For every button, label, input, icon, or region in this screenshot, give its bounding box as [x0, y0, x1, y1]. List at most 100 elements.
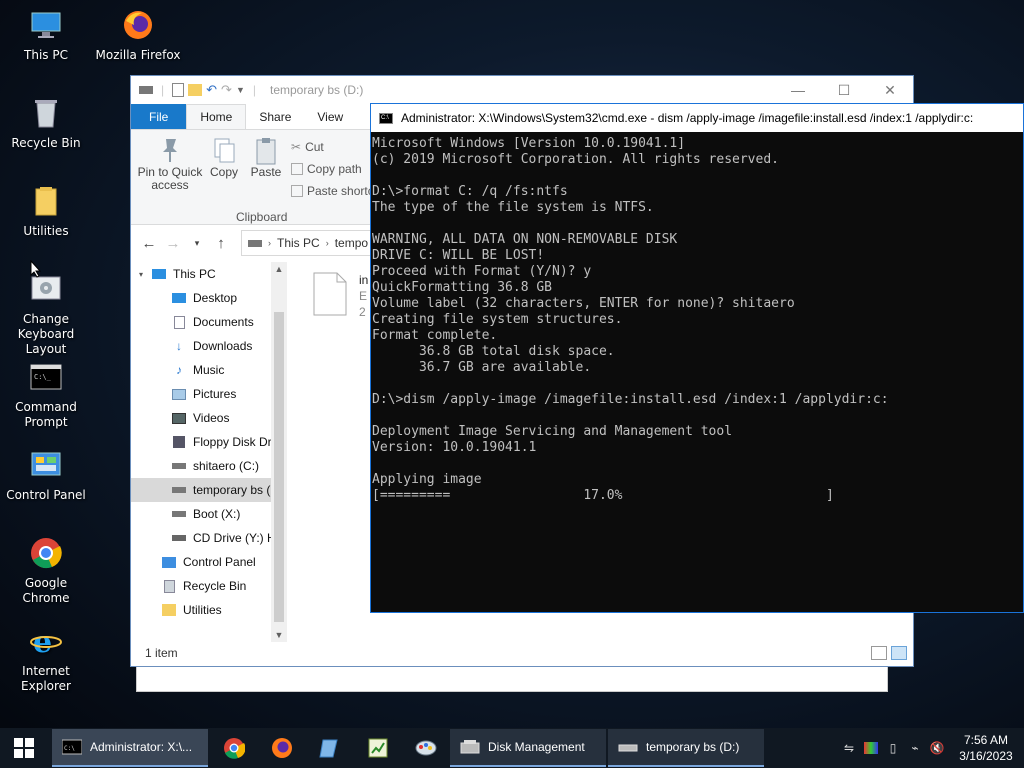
redo-icon[interactable]: ↷ [221, 82, 232, 98]
new-folder-icon[interactable] [188, 84, 203, 96]
console-line: (c) 2019 Microsoft Corporation. All righ… [372, 152, 779, 167]
back-arrow-icon[interactable]: ← [137, 235, 161, 252]
tab-home[interactable]: Home [186, 104, 247, 129]
recent-locations-chevron-icon[interactable]: ▾ [185, 238, 209, 249]
tab-view[interactable]: View [304, 104, 356, 129]
taskbar-pin-firefox[interactable] [258, 728, 306, 768]
taskbar-pin-paint[interactable] [402, 728, 450, 768]
taskbar-item-explorer[interactable]: temporary bs (D:) [608, 729, 764, 767]
nav-item-drive-c[interactable]: shitaero (C:) [131, 454, 287, 478]
navigation-pane-scrollbar[interactable]: ▲ ▼ [271, 262, 287, 642]
cmd-console-output[interactable]: Microsoft Windows [Version 10.0.19041.1]… [371, 132, 1023, 504]
volume-muted-icon[interactable]: 🔇 [926, 728, 948, 768]
network-icon[interactable]: ⇋ [838, 728, 860, 768]
taskbar-pin-chrome[interactable] [210, 728, 258, 768]
paste-shortcut-button[interactable]: Paste shortc [291, 184, 374, 198]
desktop-icon-utilities[interactable]: Utilities [0, 184, 92, 239]
taskbar-item-disk-management[interactable]: Disk Management [450, 729, 606, 767]
breadcrumb-current[interactable]: tempo [335, 236, 368, 250]
nav-item-cd-drive[interactable]: CD Drive (Y:) H [131, 526, 287, 550]
large-icons-view-icon[interactable] [891, 646, 907, 660]
file-name: in [359, 273, 369, 287]
paste-button[interactable]: Paste [249, 136, 283, 179]
nav-item-recycle-bin[interactable]: Recycle Bin [131, 574, 287, 598]
copy-path-button[interactable]: Copy path [291, 162, 362, 176]
nav-item-documents[interactable]: Documents [131, 310, 287, 334]
desktop-icon-command-prompt[interactable]: C:\_ Command Prompt [0, 360, 92, 430]
console-line: [========= 17.0% ] [372, 488, 834, 503]
console-line: D:\>dism /apply-image /imagefile:install… [372, 392, 889, 407]
console-line: Volume label (32 characters, ENTER for n… [372, 296, 795, 311]
cut-button[interactable]: ✂ Cut [291, 140, 324, 154]
pin-to-quick-access-button[interactable]: Pin to Quick access [137, 136, 203, 192]
console-line: Deployment Image Servicing and Managemen… [372, 424, 733, 439]
console-line: QuickFormatting 36.8 GB [372, 280, 553, 295]
nav-item-downloads[interactable]: ↓ Downloads [131, 334, 287, 358]
nav-item-boot-x[interactable]: Boot (X:) [131, 502, 287, 526]
desktop-icon-google-chrome[interactable]: Google Chrome [0, 536, 92, 606]
expand-chevron-icon[interactable]: ▾ [139, 270, 151, 279]
clock[interactable]: 7:56 AM 3/16/2023 [948, 732, 1024, 764]
nav-item-control-panel[interactable]: Control Panel [131, 550, 287, 574]
window-title: temporary bs (D:) [269, 83, 364, 97]
desktop-icon-internet-explorer[interactable]: e Internet Explorer [0, 624, 92, 694]
pin-icon [163, 139, 177, 162]
desktop-icon-firefox[interactable]: Mozilla Firefox [92, 8, 184, 63]
nav-item-this-pc[interactable]: ▾ This PC [131, 262, 287, 286]
mouse-cursor-icon [30, 260, 42, 278]
clock-time: 7:56 AM [963, 733, 1009, 747]
desktop-icon-recycle-bin[interactable]: Recycle Bin [0, 96, 92, 151]
nav-item-desktop[interactable]: Desktop [131, 286, 287, 310]
console-line: Format complete. [372, 328, 498, 343]
scrollbar-thumb[interactable] [274, 312, 284, 622]
power-icon[interactable]: ⌁ [904, 728, 926, 768]
videos-icon [171, 411, 187, 425]
spreadsheet-icon [368, 738, 388, 758]
desktop-icon-change-keyboard-layout[interactable]: Change Keyboard Layout [0, 272, 92, 357]
scroll-down-arrow-icon[interactable]: ▼ [271, 630, 287, 640]
documents-icon [171, 315, 187, 329]
taskbar-pin-spreadsheet[interactable] [354, 728, 402, 768]
start-button[interactable] [0, 728, 48, 768]
copy-path-icon [291, 163, 303, 175]
properties-icon[interactable] [172, 83, 185, 97]
file-item[interactable]: in E 2 [313, 272, 373, 320]
desktop-icon-control-panel[interactable]: Control Panel [0, 448, 92, 503]
nav-item-drive-d[interactable]: temporary bs ( [131, 478, 287, 502]
command-prompt-window[interactable]: C:\ Administrator: X:\Windows\System32\c… [370, 103, 1024, 613]
maximize-button[interactable]: ☐ [821, 76, 867, 104]
nav-item-floppy-disk[interactable]: Floppy Disk Dri [131, 430, 287, 454]
nav-item-utilities[interactable]: Utilities [131, 598, 287, 622]
taskbar-pin-notes[interactable] [306, 728, 354, 768]
display-icon[interactable] [860, 728, 882, 768]
nav-item-pictures[interactable]: Pictures [131, 382, 287, 406]
forward-arrow-icon[interactable]: → [161, 235, 185, 252]
nav-item-videos[interactable]: Videos [131, 406, 287, 430]
taskbar-item-cmd[interactable]: C:\ Administrator: X:\... [52, 729, 208, 767]
tab-file[interactable]: File [131, 104, 187, 129]
desktop-icon-label: Internet Explorer [21, 664, 71, 693]
copy-button[interactable]: Copy [209, 136, 239, 179]
recycle-bin-icon [161, 579, 177, 593]
navigation-pane: ▾ This PC Desktop Documents ↓ Downloads … [131, 262, 287, 642]
nav-item-music[interactable]: ♪ Music [131, 358, 287, 382]
details-view-icon[interactable] [871, 646, 887, 660]
up-arrow-icon[interactable]: ↑ [209, 235, 233, 252]
paste-icon [256, 138, 276, 165]
computer-icon [29, 8, 63, 42]
cmd-title-bar[interactable]: C:\ Administrator: X:\Windows\System32\c… [371, 104, 1023, 132]
chevron-down-icon[interactable]: ▼ [236, 85, 245, 95]
undo-icon[interactable]: ↶ [206, 82, 217, 98]
breadcrumb-this-pc[interactable]: This PC [277, 236, 320, 250]
tab-share[interactable]: Share [246, 104, 304, 129]
recycle-bin-icon [29, 96, 63, 130]
close-button[interactable]: ✕ [867, 76, 913, 104]
scroll-up-arrow-icon[interactable]: ▲ [271, 264, 287, 274]
minimize-button[interactable]: — [775, 76, 821, 104]
control-panel-icon [161, 555, 177, 569]
explorer-title-bar[interactable]: | ↶ ↷ ▼ | temporary bs (D:) — ☐ ✕ [131, 76, 913, 104]
usb-icon[interactable]: ▯ [882, 728, 904, 768]
internet-explorer-icon: e [29, 624, 63, 658]
desktop-icon-this-pc[interactable]: This PC [0, 8, 92, 63]
